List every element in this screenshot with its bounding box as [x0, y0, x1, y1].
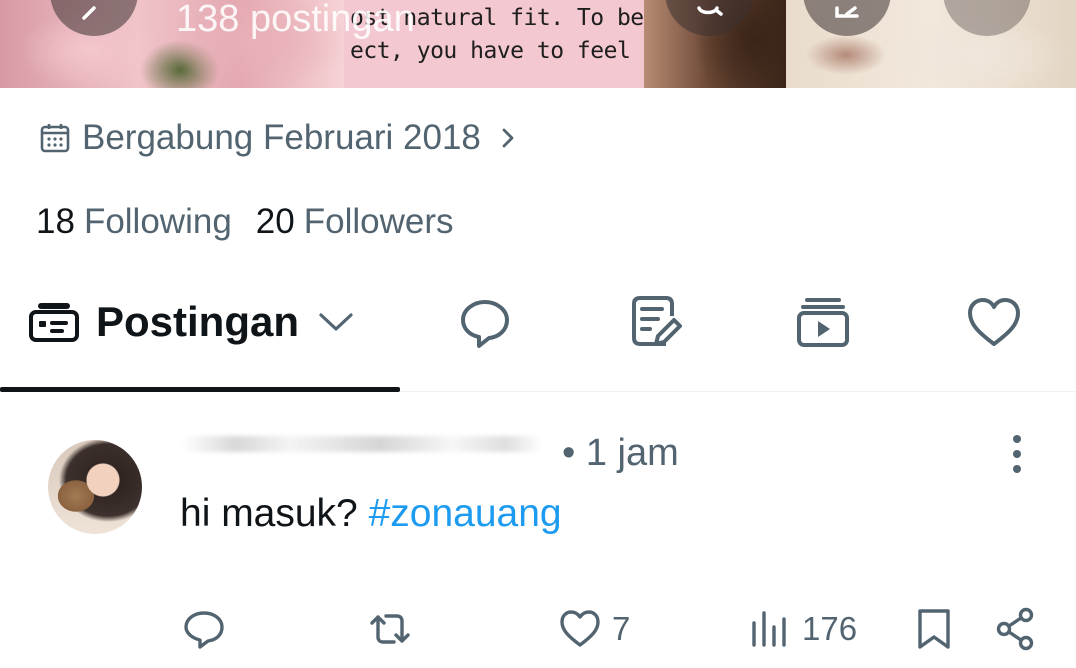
post-count: 138 postingan: [176, 0, 415, 40]
followers-label: Followers: [303, 202, 454, 241]
like-button[interactable]: 7: [558, 604, 630, 654]
reply-button[interactable]: [182, 604, 226, 654]
following-label: Following: [83, 202, 232, 241]
repost-icon: [370, 614, 410, 644]
search-icon: [697, 6, 723, 16]
likes-icon[interactable]: [966, 294, 1022, 350]
view-count: 176: [802, 610, 858, 647]
tab-posts-label: Postingan: [96, 298, 300, 345]
profile-banner: ost natural fit. To be per ect, you have…: [0, 0, 1076, 88]
tab-posts[interactable]: Postingan: [28, 294, 355, 350]
reply-icon: [184, 611, 224, 649]
joined-date[interactable]: Bergabung Februari 2018: [40, 116, 519, 160]
posts-icon: [29, 303, 79, 342]
replies-icon[interactable]: [457, 294, 513, 350]
redacted-username: [182, 436, 542, 452]
following-link[interactable]: 18 Following: [36, 202, 232, 242]
edit-icon: [835, 6, 859, 18]
bookmark-button[interactable]: [912, 604, 956, 654]
post-body: hi masuk?: [180, 492, 358, 535]
followers-count: 20: [255, 202, 295, 241]
profile-tabs: Postingan: [0, 288, 1076, 392]
back-arrow-icon: [82, 6, 96, 20]
avatar[interactable]: [48, 440, 142, 534]
share-icon: [996, 607, 1034, 651]
post-item[interactable]: • 1 jam hi masuk? #zonauang 7 176: [0, 392, 1076, 668]
follow-stats: 18 Following 20 Followers: [36, 200, 454, 244]
calendar-icon: [40, 124, 70, 153]
bookmark-icon: [918, 609, 950, 649]
post-text: hi masuk? #zonauang: [180, 492, 562, 536]
views-button[interactable]: 176: [748, 604, 857, 654]
joined-date-label: Bergabung Februari 2018: [82, 118, 481, 157]
repost-button[interactable]: [368, 604, 412, 654]
chevron-right-icon: [502, 128, 514, 148]
share-button[interactable]: [994, 604, 1038, 654]
hashtag-link[interactable]: #zonauang: [369, 492, 562, 535]
followers-link[interactable]: 20 Followers: [256, 202, 454, 242]
more-vertical-icon[interactable]: [1004, 434, 1030, 474]
post-timestamp: • 1 jam: [562, 432, 679, 474]
analytics-icon: [752, 611, 786, 647]
following-count: 18: [36, 202, 75, 241]
media-icon[interactable]: [795, 294, 851, 350]
post-actions: 7 176: [0, 604, 1076, 654]
articles-icon[interactable]: [628, 294, 684, 350]
like-count: 7: [612, 610, 631, 647]
heart-icon: [560, 610, 600, 647]
chevron-down-icon[interactable]: [317, 310, 355, 334]
